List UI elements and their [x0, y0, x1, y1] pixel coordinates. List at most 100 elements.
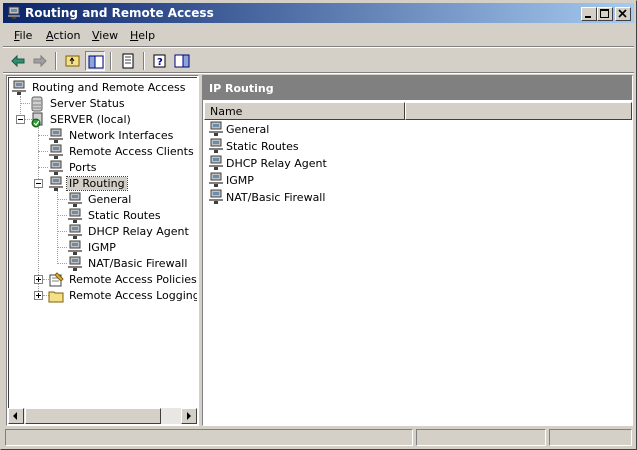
menu-file[interactable]: File — [14, 29, 32, 42]
menu-bar: File Action View Help — [3, 25, 634, 47]
tree-item-label: Remote Access Logging — [69, 289, 197, 302]
tree-item-label: IGMP — [88, 241, 116, 254]
scroll-thumb[interactable] — [25, 408, 161, 424]
svg-text:?: ? — [157, 57, 163, 68]
dhcp-relay-icon — [209, 155, 223, 170]
folder-up-icon — [65, 55, 80, 67]
details-pane[interactable]: IP Routing Name General Static Routes DH… — [202, 75, 633, 426]
toolbar-separator — [110, 52, 112, 70]
tree-item-label: Routing and Remote Access — [32, 81, 186, 94]
app-icon — [8, 6, 20, 19]
server-status-icon — [31, 96, 43, 112]
tree-view[interactable]: Routing and Remote Access Server Status … — [8, 77, 197, 408]
menu-action-label: ction — [53, 29, 81, 42]
window-title: Routing and Remote Access — [25, 6, 214, 20]
server-icon — [31, 112, 43, 128]
console-tree[interactable]: Routing and Remote Access Server Status … — [6, 75, 199, 426]
menu-help-label: elp — [138, 29, 156, 42]
title-bar[interactable]: Routing and Remote Access — [3, 3, 634, 23]
tree-item-label: NAT/Basic Firewall — [88, 257, 188, 270]
expand-policies-toggle[interactable] — [34, 275, 43, 284]
collapse-server-toggle[interactable] — [16, 115, 25, 124]
column-header-empty[interactable] — [405, 102, 632, 120]
expand-logging-toggle[interactable] — [34, 291, 43, 300]
status-panel-3 — [549, 429, 632, 446]
list-item-label: NAT/Basic Firewall — [226, 191, 326, 204]
export-list-icon — [122, 53, 134, 69]
dhcp-relay-icon — [68, 224, 82, 239]
show-hide-action-pane-button[interactable] — [172, 51, 192, 71]
close-icon — [618, 9, 627, 18]
static-routes-icon — [209, 138, 223, 153]
column-header-label: Name — [210, 105, 243, 118]
tree-horizontal-scrollbar[interactable] — [8, 408, 197, 424]
status-panel-2 — [416, 429, 546, 446]
tree-connector — [38, 135, 48, 136]
static-routes-icon — [68, 208, 82, 223]
tree-item-label: DHCP Relay Agent — [88, 225, 189, 238]
general-icon — [209, 121, 223, 136]
tree-item-label: Remote Access Policies — [69, 273, 197, 286]
tree-connector — [57, 263, 67, 264]
routing-icon — [12, 80, 26, 95]
general-icon — [68, 192, 82, 207]
list-item-label: Static Routes — [226, 140, 299, 153]
minimize-button[interactable] — [581, 7, 597, 21]
toolbar: ? — [3, 49, 634, 73]
tree-connector — [57, 231, 67, 232]
igmp-icon — [209, 172, 223, 187]
collapse-ip-routing-toggle[interactable] — [34, 179, 43, 188]
network-interface-icon — [49, 128, 63, 143]
list-item-label: IGMP — [226, 174, 254, 187]
tree-item-label: Server Status — [50, 97, 125, 110]
action-pane-icon — [174, 54, 190, 68]
tree-item-label-selected: IP Routing — [66, 176, 128, 191]
toolbar-separator — [55, 52, 57, 70]
close-button[interactable] — [615, 7, 631, 21]
list-item-label: General — [226, 123, 270, 136]
back-button[interactable] — [8, 51, 28, 71]
column-header-name[interactable]: Name — [204, 102, 405, 120]
maximize-button[interactable] — [597, 7, 613, 21]
tree-connector — [57, 191, 58, 264]
tree-item-label: General — [88, 193, 132, 206]
scroll-left-button[interactable] — [8, 408, 24, 424]
tree-connector — [38, 127, 39, 297]
tree-connector — [57, 215, 67, 216]
show-hide-console-tree-button[interactable] — [85, 51, 105, 71]
tree-item-label: Static Routes — [88, 209, 161, 222]
help-button[interactable]: ? — [150, 51, 170, 71]
remote-clients-icon — [49, 144, 63, 159]
list-item-label: DHCP Relay Agent — [226, 157, 327, 170]
details-title: IP Routing — [209, 82, 274, 95]
tree-connector — [38, 151, 48, 152]
maximize-icon — [600, 9, 609, 18]
forward-button[interactable] — [30, 51, 50, 71]
up-one-level-button[interactable] — [63, 51, 83, 71]
tree-item-label: Network Interfaces — [69, 129, 174, 142]
tree-item-label: Ports — [69, 161, 97, 174]
menu-separator — [3, 46, 634, 48]
status-bar — [3, 429, 634, 447]
menu-help[interactable]: Help — [130, 29, 155, 42]
nat-firewall-icon — [68, 256, 82, 271]
scroll-right-button[interactable] — [181, 408, 197, 424]
export-list-button[interactable] — [118, 51, 138, 71]
tree-connector — [57, 247, 67, 248]
scroll-left-icon — [13, 412, 17, 420]
main-window: Routing and Remote Access File Action Vi… — [0, 0, 637, 450]
back-arrow-icon — [11, 54, 25, 68]
tree-item-label: SERVER (local) — [50, 113, 131, 126]
tree-connector — [38, 167, 48, 168]
folder-icon — [48, 291, 64, 303]
status-panel-main — [5, 429, 413, 446]
igmp-icon — [68, 240, 82, 255]
policies-icon — [49, 272, 64, 287]
menu-action[interactable]: Action — [46, 29, 80, 42]
help-icon: ? — [153, 54, 166, 68]
forward-arrow-icon — [33, 54, 47, 68]
console-tree-icon — [88, 55, 104, 69]
tree-connector — [57, 199, 67, 200]
menu-view[interactable]: View — [92, 29, 118, 42]
menu-view-label: iew — [99, 29, 119, 42]
